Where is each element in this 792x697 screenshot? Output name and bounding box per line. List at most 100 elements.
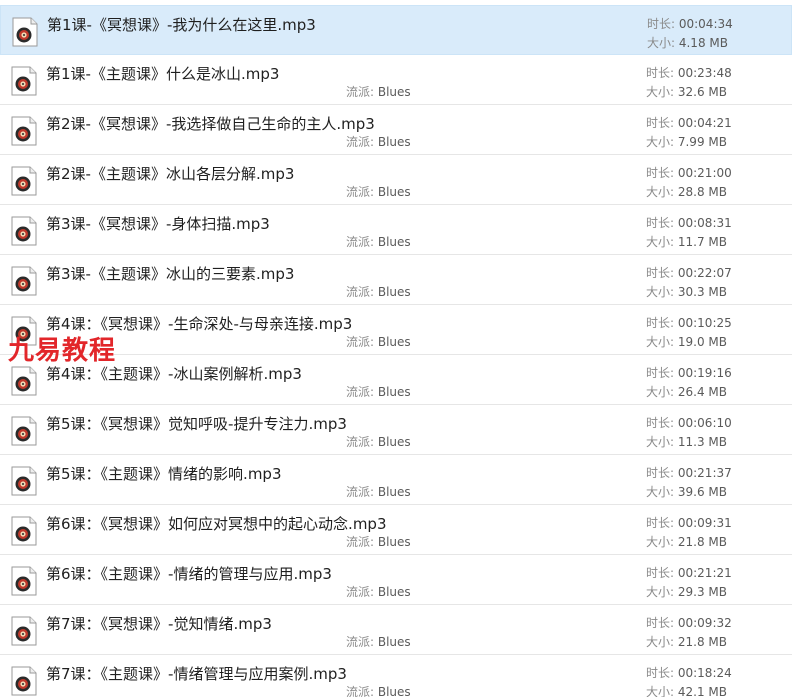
file-duration: 时长: 00:04:34 (647, 15, 733, 32)
file-size: 大小: 19.0 MB (646, 333, 727, 350)
file-size: 大小: 39.6 MB (646, 483, 727, 500)
size-value: 19.0 MB (677, 335, 727, 349)
file-genre: 流派: Blues (346, 683, 411, 697)
audio-file-icon (11, 66, 37, 96)
duration-value: 00:04:34 (678, 17, 733, 31)
file-size: 大小: 7.99 MB (646, 133, 727, 150)
file-name: 第5课：《主题课》情绪的影响.mp3 (46, 465, 282, 483)
file-row[interactable]: 第5课：《主题课》情绪的影响.mp3 流派: Blues 时长: 00:21:3… (0, 455, 792, 505)
file-name: 第4课：《主题课》-冰山案例解析.mp3 (46, 365, 302, 383)
size-label: 大小: (646, 635, 678, 649)
duration-label: 时长: (646, 416, 678, 430)
genre-label: 流派: (346, 635, 378, 649)
audio-file-icon (11, 266, 37, 296)
size-label: 大小: (646, 385, 678, 399)
duration-label: 时长: (646, 666, 678, 680)
file-name: 第3课-《冥想课》-身体扫描.mp3 (46, 215, 270, 233)
duration-value: 00:23:48 (677, 66, 732, 80)
size-value: 26.4 MB (677, 385, 727, 399)
genre-label: 流派: (346, 535, 378, 549)
file-size: 大小: 42.1 MB (646, 683, 727, 697)
file-list: 第1课-《冥想课》-我为什么在这里.mp3 时长: 00:04:34 大小: 4… (0, 0, 792, 697)
duration-label: 时长: (646, 566, 678, 580)
file-duration: 时长: 00:08:31 (646, 214, 732, 231)
file-name: 第2课-《冥想课》-我选择做自己生命的主人.mp3 (46, 115, 375, 133)
audio-file-icon (11, 566, 37, 596)
size-label: 大小: (646, 285, 678, 299)
duration-label: 时长: (646, 366, 678, 380)
file-row[interactable]: 第6课：《冥想课》如何应对冥想中的起心动念.mp3 流派: Blues 时长: … (0, 505, 792, 555)
file-name: 第4课：《冥想课》-生命深处-与母亲连接.mp3 (46, 315, 353, 333)
size-label: 大小: (646, 535, 678, 549)
file-name: 第5课：《冥想课》觉知呼吸-提升专注力.mp3 (46, 415, 347, 433)
file-size: 大小: 30.3 MB (646, 283, 727, 300)
file-row[interactable]: 第4课：《冥想课》-生命深处-与母亲连接.mp3 流派: Blues 时长: 0… (0, 305, 792, 355)
genre-value: Blues (377, 135, 411, 149)
file-duration: 时长: 00:19:16 (646, 364, 732, 381)
file-size: 大小: 4.18 MB (647, 34, 728, 51)
file-duration: 时长: 00:09:32 (646, 614, 732, 631)
genre-value: Blues (377, 85, 411, 99)
audio-file-icon (11, 316, 37, 346)
genre-label: 流派: (346, 185, 378, 199)
audio-file-icon (11, 166, 37, 196)
size-label: 大小: (646, 685, 678, 697)
size-label: 大小: (647, 36, 679, 50)
file-name: 第6课：《主题课》-情绪的管理与应用.mp3 (46, 565, 332, 583)
file-row[interactable]: 第3课-《主题课》冰山的三要素.mp3 流派: Blues 时长: 00:22:… (0, 255, 792, 305)
duration-value: 00:04:21 (677, 116, 732, 130)
duration-value: 00:09:31 (677, 516, 732, 530)
file-genre: 流派: Blues (346, 333, 411, 350)
size-label: 大小: (646, 185, 678, 199)
audio-file-icon (11, 416, 37, 446)
size-value: 21.8 MB (677, 635, 727, 649)
file-genre: 流派: Blues (346, 383, 411, 400)
file-duration: 时长: 00:21:21 (646, 564, 732, 581)
size-value: 29.3 MB (677, 585, 727, 599)
file-name: 第1课-《主题课》什么是冰山.mp3 (46, 65, 280, 83)
genre-label: 流派: (346, 335, 378, 349)
file-genre: 流派: Blues (346, 83, 411, 100)
genre-value: Blues (377, 585, 411, 599)
size-label: 大小: (646, 85, 678, 99)
file-duration: 时长: 00:21:00 (646, 164, 732, 181)
file-row[interactable]: 第6课：《主题课》-情绪的管理与应用.mp3 流派: Blues 时长: 00:… (0, 555, 792, 605)
duration-label: 时长: (646, 266, 678, 280)
size-value: 42.1 MB (677, 685, 727, 697)
audio-file-icon (12, 17, 38, 47)
duration-value: 00:10:25 (677, 316, 732, 330)
genre-label: 流派: (346, 485, 378, 499)
duration-value: 00:22:07 (677, 266, 732, 280)
genre-value: Blues (377, 635, 411, 649)
file-row[interactable]: 第5课：《冥想课》觉知呼吸-提升专注力.mp3 流派: Blues 时长: 00… (0, 405, 792, 455)
genre-value: Blues (377, 185, 411, 199)
file-row[interactable]: 第1课-《主题课》什么是冰山.mp3 流派: Blues 时长: 00:23:4… (0, 55, 792, 105)
audio-file-icon (11, 666, 37, 696)
file-size: 大小: 28.8 MB (646, 183, 727, 200)
file-size: 大小: 32.6 MB (646, 83, 727, 100)
file-row[interactable]: 第7课：《冥想课》-觉知情绪.mp3 流派: Blues 时长: 00:09:3… (0, 605, 792, 655)
size-value: 4.18 MB (678, 36, 728, 50)
file-row[interactable]: 第4课：《主题课》-冰山案例解析.mp3 流派: Blues 时长: 00:19… (0, 355, 792, 405)
size-value: 7.99 MB (677, 135, 727, 149)
size-value: 11.3 MB (677, 435, 727, 449)
file-genre: 流派: Blues (346, 433, 411, 450)
file-row[interactable]: 第2课-《冥想课》-我选择做自己生命的主人.mp3 流派: Blues 时长: … (0, 105, 792, 155)
duration-label: 时长: (646, 466, 678, 480)
duration-label: 时长: (646, 66, 678, 80)
genre-value: Blues (377, 235, 411, 249)
duration-value: 00:19:16 (677, 366, 732, 380)
file-size: 大小: 29.3 MB (646, 583, 727, 600)
audio-file-icon (11, 616, 37, 646)
genre-value: Blues (377, 435, 411, 449)
file-name: 第7课：《冥想课》-觉知情绪.mp3 (46, 615, 272, 633)
file-duration: 时长: 00:18:24 (646, 664, 732, 681)
file-row[interactable]: 第2课-《主题课》冰山各层分解.mp3 流派: Blues 时长: 00:21:… (0, 155, 792, 205)
file-row[interactable]: 第3课-《冥想课》-身体扫描.mp3 流派: Blues 时长: 00:08:3… (0, 205, 792, 255)
file-row[interactable]: 第1课-《冥想课》-我为什么在这里.mp3 时长: 00:04:34 大小: 4… (0, 5, 792, 55)
duration-label: 时长: (646, 516, 678, 530)
file-duration: 时长: 00:04:21 (646, 114, 732, 131)
file-row[interactable]: 第7课：《主题课》-情绪管理与应用案例.mp3 流派: Blues 时长: 00… (0, 655, 792, 697)
file-duration: 时长: 00:22:07 (646, 264, 732, 281)
genre-value: Blues (377, 685, 411, 697)
